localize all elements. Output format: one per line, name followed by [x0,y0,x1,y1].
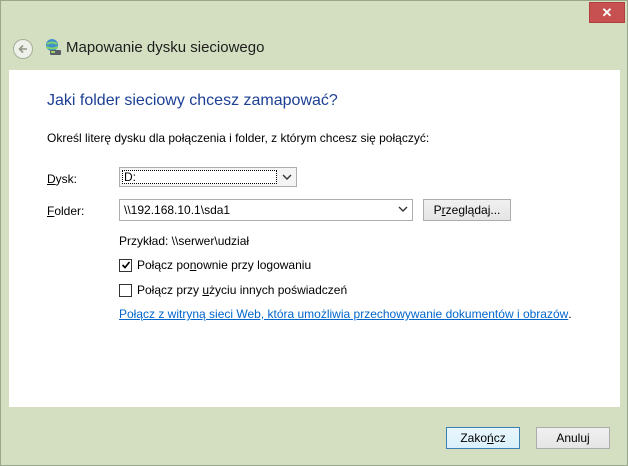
drive-select[interactable]: D: [119,167,297,187]
content-panel: Jaki folder sieciowy chcesz zamapować? O… [9,70,620,407]
checkmark-icon [121,261,130,269]
finish-button[interactable]: Zako ń cz [446,427,520,449]
window-title: Mapowanie dysku sieciowego [66,39,265,56]
page-heading: Jaki folder sieciowy chcesz zamapować? [47,92,338,109]
back-button[interactable] [13,39,33,59]
chevron-down-icon[interactable] [398,203,408,215]
web-storage-link[interactable]: Połącz z witryną sieci Web, która umożli… [119,307,572,321]
network-drive-icon [46,39,61,55]
other-credentials-checkbox[interactable] [119,283,132,297]
cancel-button[interactable]: Anuluj [536,427,610,449]
back-arrow-icon [18,44,27,54]
other-credentials-label: Połącz przy użyciu innych poświadczeń [137,283,348,297]
instruction-text: Określ literę dysku dla połączenia i fol… [47,131,430,145]
close-icon: ✕ [601,4,613,20]
reconnect-label: Połącz ponownie przy logowaniu [137,258,312,272]
close-button[interactable]: ✕ [589,2,625,23]
window-frame: ✕ Mapowanie dysku sieciowego Jaki folder… [0,0,628,466]
reconnect-checkbox[interactable] [119,258,132,272]
drive-label: Dysk: [47,172,78,186]
chevron-down-icon [282,174,292,180]
folder-input-value: \\192.168.10.1\sda1 [124,203,231,217]
dialog-footer: Zako ń cz Anuluj [9,407,620,457]
folder-label: Folder: [47,204,85,218]
reconnect-option[interactable]: Połącz ponownie przy logowaniu [119,258,311,272]
browse-button[interactable]: Pr zeglądaj... [423,199,511,221]
drive-select-value: D: [122,170,277,184]
other-credentials-option[interactable]: Połącz przy użyciu innych poświadczeń [119,283,347,297]
title-bar: Mapowanie dysku sieciowego [1,21,627,69]
folder-input[interactable]: \\192.168.10.1\sda1 [119,199,413,221]
example-text: Przykład: \\serwer\udział [119,234,250,248]
